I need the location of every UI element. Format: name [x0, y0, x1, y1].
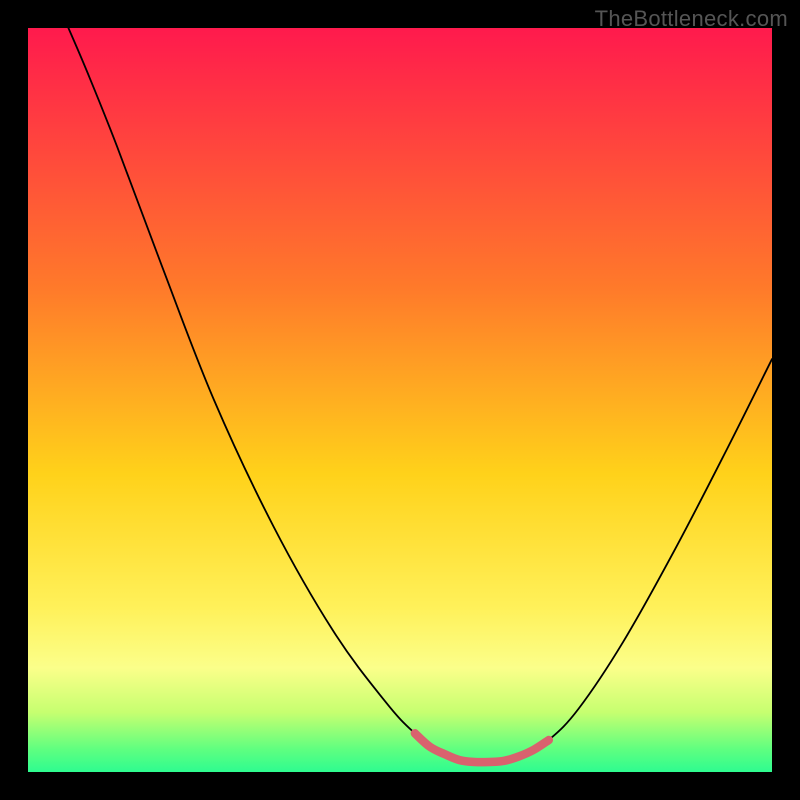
watermark-text: TheBottleneck.com — [595, 6, 788, 32]
chart-frame: TheBottleneck.com — [0, 0, 800, 800]
plot-area — [28, 28, 772, 772]
chart-svg — [28, 28, 772, 772]
gradient-background — [28, 28, 772, 772]
